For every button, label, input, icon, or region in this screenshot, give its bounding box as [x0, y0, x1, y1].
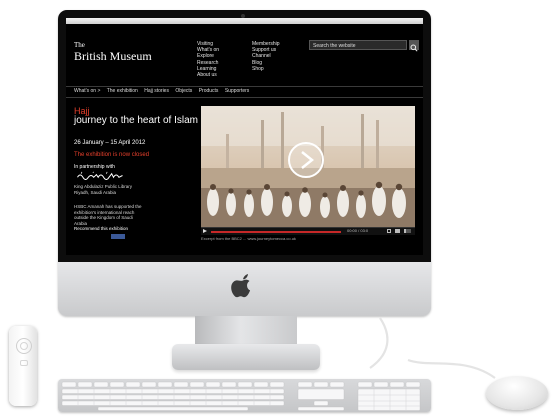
play-small-icon[interactable]	[203, 229, 207, 233]
divider	[66, 97, 423, 98]
subnav-products[interactable]: Products	[199, 88, 219, 94]
exhibition-dates: 26 January – 15 April 2012	[74, 140, 146, 146]
recommend-label: Recommend this exhibition	[74, 226, 129, 231]
play-icon[interactable]	[288, 142, 324, 178]
remote-menu-button-icon	[20, 360, 28, 366]
share-icon[interactable]	[387, 229, 391, 233]
search-input[interactable]: Search the website	[309, 40, 407, 50]
video-caption: Excerpt from the BBC2 ... www.journeytom…	[201, 236, 296, 241]
subnav-objects[interactable]: Objects	[175, 88, 192, 94]
apple-logo-fallback	[230, 272, 256, 300]
nav-item-about-us[interactable]: About us	[197, 72, 219, 78]
progress-bar[interactable]	[211, 230, 341, 233]
subnav-supporters[interactable]: Supporters	[225, 88, 249, 94]
video-player[interactable]	[201, 106, 415, 227]
remote-center-button-icon	[20, 342, 28, 350]
imac-stand-foot	[172, 344, 320, 370]
partnership-label: In partnership with	[74, 164, 115, 170]
search-icon	[410, 44, 418, 52]
arabic-calligraphy-logo	[77, 171, 123, 180]
keyboard-keys	[61, 381, 421, 411]
volume-icon[interactable]	[404, 229, 411, 233]
menu-bar	[66, 18, 423, 24]
video-still-image	[201, 106, 415, 227]
video-time: 00:00 / 03:0	[347, 228, 369, 233]
mouse-cable	[369, 317, 496, 379]
site-logo[interactable]: The British Museum	[74, 40, 164, 62]
fullscreen-icon[interactable]	[395, 229, 400, 233]
keyboard	[58, 379, 431, 412]
library-name: King Abdulaziz Public Library Riyadh, Sa…	[74, 184, 133, 195]
logo-main: British Museum	[74, 49, 152, 63]
nav-item-research[interactable]: Research	[197, 60, 219, 66]
mouse	[486, 376, 548, 410]
video-controls[interactable]: 00:00 / 03:0	[201, 227, 415, 235]
nav-item-shop[interactable]: Shop	[252, 66, 280, 72]
divider	[66, 86, 423, 87]
main-nav-primary: Visiting What's on Explore Research Lear…	[197, 41, 219, 78]
exhibition-title-subtitle: journey to the heart of Islam	[74, 115, 198, 126]
main-nav-secondary: Membership Support us Channel Blog Shop	[252, 41, 280, 72]
facebook-like-button[interactable]	[111, 234, 125, 239]
exhibition-closed-notice: The exhibition is now closed	[74, 152, 150, 158]
sponsor-text: HSBC Amanah has supported the exhibition…	[74, 204, 142, 226]
subnav-hajj-stories[interactable]: Hajj stories	[144, 88, 169, 94]
apple-remote	[9, 326, 37, 406]
search-button[interactable]	[409, 40, 419, 52]
screen: The British Museum Visiting What's on Ex…	[66, 18, 423, 255]
subnav-the-exhibition[interactable]: The exhibition	[107, 88, 138, 94]
subnav-whats-on[interactable]: What's on >	[74, 88, 100, 94]
sub-navigation: What's on > The exhibition Hajj stories …	[74, 88, 254, 96]
